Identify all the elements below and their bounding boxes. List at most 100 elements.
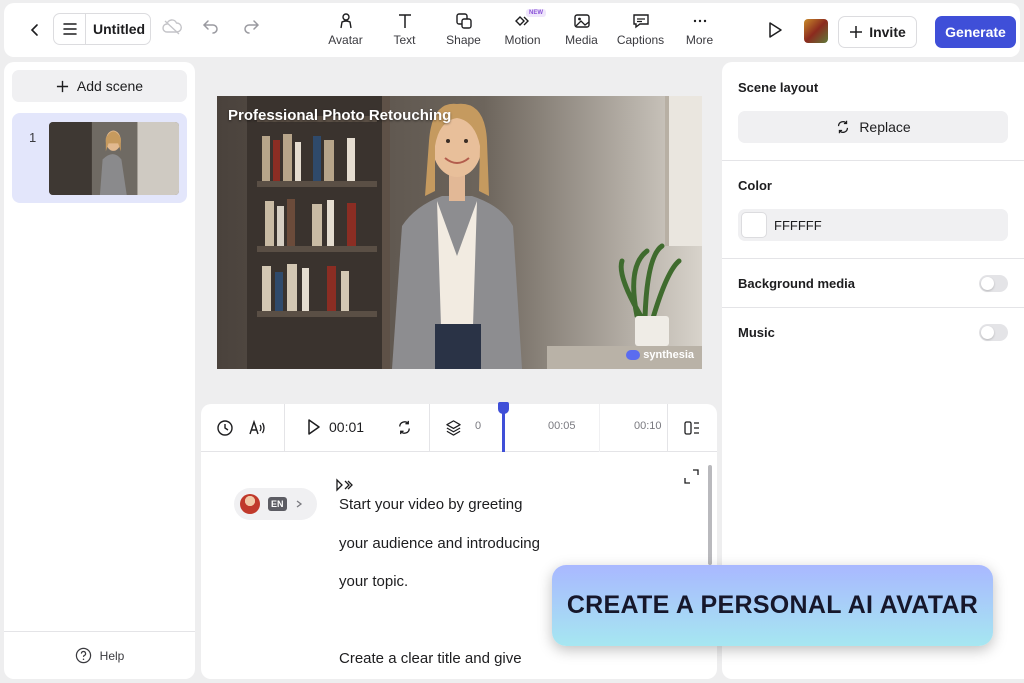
- shape-icon: [455, 13, 472, 29]
- avatar-thumbnail: [240, 494, 260, 514]
- divider: [722, 258, 1024, 259]
- promo-text: CREATE A PERSONAL AI AVATAR: [566, 591, 979, 619]
- avatar-tool[interactable]: Avatar: [316, 9, 375, 53]
- script-line[interactable]: your topic.: [339, 573, 408, 590]
- avatar-icon: [339, 13, 352, 29]
- scene-layout-heading: Scene layout: [738, 80, 819, 95]
- play-button[interactable]: 00:01: [307, 419, 364, 435]
- script-scrollbar[interactable]: [708, 465, 712, 565]
- clock-icon: [217, 420, 233, 436]
- top-toolbar: Untitled Avatar Text Shape NEW Motion Me…: [4, 3, 1020, 57]
- divider: [722, 307, 1024, 308]
- invite-button[interactable]: Invite: [838, 16, 917, 48]
- insert-tools: Avatar Text Shape NEW Motion Media Capti…: [316, 9, 729, 53]
- gesture-icon[interactable]: [335, 477, 353, 493]
- timeline-bar: 00:01 0 00:05 00:10: [201, 404, 717, 452]
- script-line[interactable]: your audience and introducing: [339, 535, 540, 552]
- plus-icon: [56, 80, 68, 92]
- captions-tool-label: Captions: [616, 33, 665, 47]
- scene-item[interactable]: 1: [12, 113, 187, 203]
- motion-tool[interactable]: NEW Motion: [493, 9, 552, 53]
- captions-icon: [632, 14, 649, 29]
- split-view-button[interactable]: [683, 419, 701, 437]
- brand-watermark: synthesia: [626, 349, 694, 361]
- divider: [429, 404, 430, 452]
- language-badge: EN: [268, 497, 287, 511]
- media-tool-label: Media: [565, 33, 598, 47]
- timing-button[interactable]: [216, 419, 234, 437]
- cloud-sync-icon: [162, 19, 182, 35]
- add-scene-label: Add scene: [76, 78, 144, 94]
- project-menu: Untitled: [53, 13, 151, 45]
- shape-tool-label: Shape: [446, 33, 481, 47]
- shape-tool[interactable]: Shape: [434, 9, 493, 53]
- current-time: 00:01: [329, 419, 365, 435]
- captions-tool[interactable]: Captions: [611, 9, 670, 53]
- hamburger-icon: [62, 23, 77, 35]
- question-circle-icon: [75, 647, 91, 664]
- chevron-right-icon: [296, 500, 302, 508]
- color-input[interactable]: FFFFFF: [738, 209, 1008, 241]
- voice-selector[interactable]: EN: [234, 488, 317, 520]
- media-tool[interactable]: Media: [552, 9, 611, 53]
- generate-button[interactable]: Generate: [935, 16, 1016, 48]
- timeline-tick: 00:05: [548, 420, 576, 432]
- layers-button[interactable]: [445, 419, 462, 436]
- scene-title-text[interactable]: Professional Photo Retouching: [228, 107, 451, 124]
- layers-icon: [446, 420, 461, 436]
- invite-label: Invite: [869, 24, 906, 40]
- voice-icon: [249, 419, 265, 435]
- divider: [722, 160, 1024, 161]
- color-heading: Color: [738, 178, 772, 193]
- menu-button[interactable]: [54, 14, 86, 44]
- text-icon: [398, 14, 411, 28]
- script-line[interactable]: Create a clear title and give: [339, 650, 522, 667]
- playhead-handle[interactable]: [498, 402, 509, 414]
- script-line[interactable]: Start your video by greeting: [339, 496, 522, 513]
- motion-tool-label: Motion: [504, 33, 541, 47]
- divider: [599, 404, 600, 452]
- undo-icon[interactable]: [202, 18, 220, 34]
- text-tool-label: Text: [393, 33, 416, 47]
- expand-icon[interactable]: [684, 469, 699, 484]
- synthesia-logo-icon: [626, 350, 641, 360]
- color-hex-value[interactable]: FFFFFF: [774, 218, 822, 233]
- divider: [4, 631, 195, 632]
- timeline-tick: 00:10: [634, 420, 662, 432]
- loop-icon: [399, 420, 410, 435]
- media-icon: [573, 14, 590, 28]
- video-preview-canvas[interactable]: Professional Photo Retouching synthesia: [217, 96, 702, 369]
- replace-label: Replace: [859, 119, 911, 135]
- scenes-sidebar: Add scene 1 Help: [4, 62, 195, 679]
- more-icon: [693, 19, 706, 23]
- scene-thumbnail: [49, 122, 179, 195]
- play-preview-icon[interactable]: [767, 21, 783, 39]
- loop-button[interactable]: [396, 419, 413, 436]
- help-button[interactable]: Help: [4, 647, 195, 664]
- add-scene-button[interactable]: Add scene: [12, 70, 187, 102]
- more-tool-label: More: [685, 33, 714, 47]
- color-swatch[interactable]: [741, 212, 767, 238]
- watermark-text: synthesia: [643, 349, 694, 361]
- back-button[interactable]: [22, 17, 48, 43]
- new-badge: NEW: [526, 9, 546, 17]
- divider: [284, 404, 285, 452]
- replace-layout-button[interactable]: Replace: [738, 111, 1008, 143]
- background-media-toggle[interactable]: [979, 275, 1008, 292]
- more-tool[interactable]: More: [670, 9, 729, 53]
- play-icon: [308, 419, 320, 435]
- project-title[interactable]: Untitled: [86, 21, 145, 37]
- music-toggle[interactable]: [979, 324, 1008, 341]
- redo-icon[interactable]: [242, 18, 260, 34]
- divider: [667, 404, 668, 452]
- user-avatar[interactable]: [804, 19, 828, 43]
- voice-settings-button[interactable]: [248, 419, 266, 437]
- split-icon: [684, 421, 699, 435]
- help-label: Help: [99, 648, 125, 663]
- plus-icon: [850, 26, 863, 38]
- music-label: Music: [738, 325, 775, 340]
- promo-banner: CREATE A PERSONAL AI AVATAR: [552, 565, 993, 646]
- avatar-tool-label: Avatar: [328, 33, 363, 47]
- text-tool[interactable]: Text: [375, 9, 434, 53]
- scene-number: 1: [29, 130, 37, 145]
